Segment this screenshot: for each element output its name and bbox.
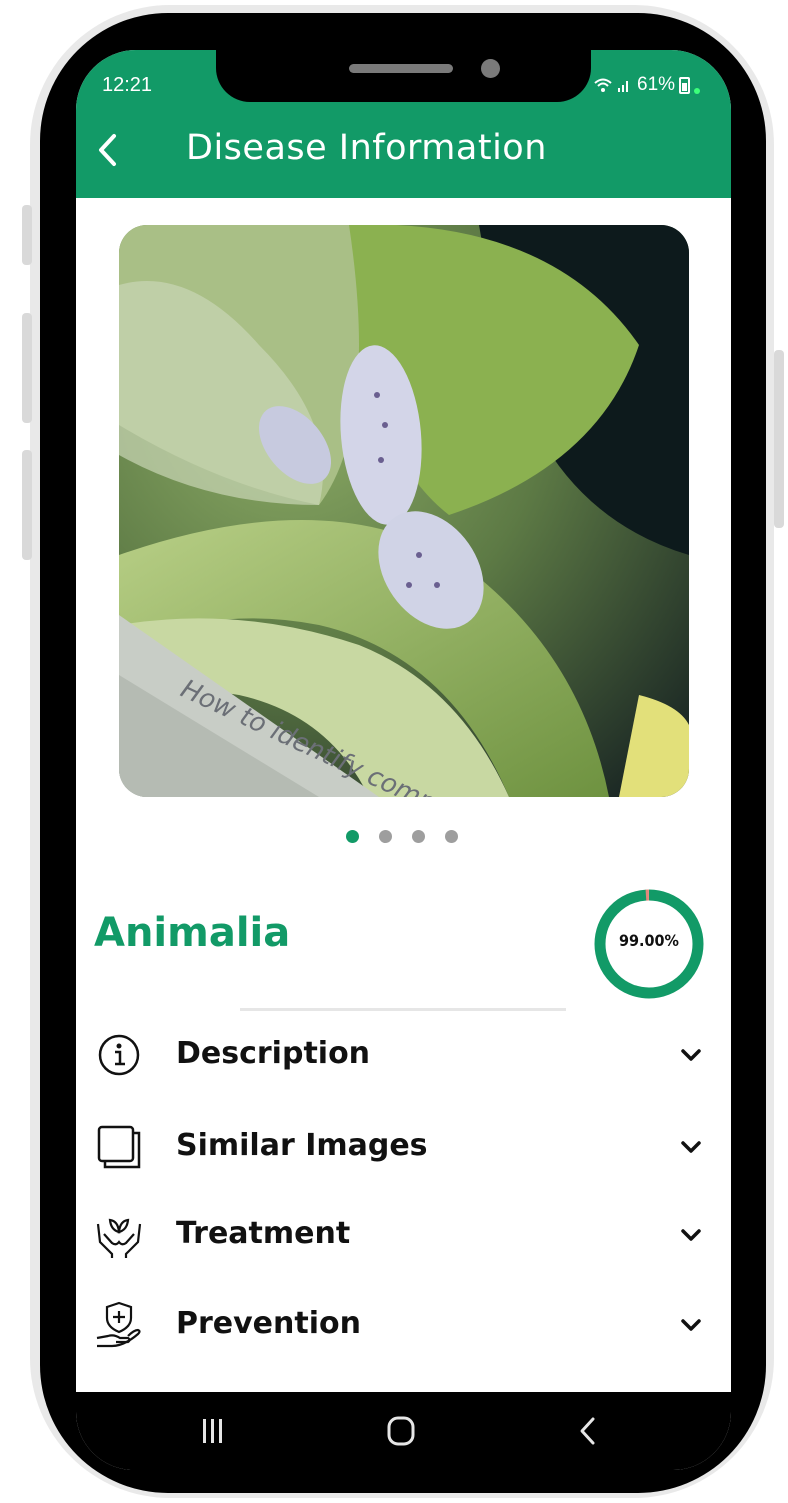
section-divider [240, 1008, 566, 1011]
images-stack-icon [94, 1122, 144, 1172]
signal-icon [618, 81, 628, 92]
back-button[interactable] [90, 130, 124, 170]
chevron-down-icon [681, 1049, 701, 1061]
disease-name: Animalia [94, 910, 291, 956]
section-treatment[interactable]: Treatment [76, 1198, 731, 1278]
speaker-grille [349, 64, 453, 73]
section-label: Prevention [176, 1306, 361, 1341]
section-description[interactable]: Description [76, 1018, 731, 1098]
pager-dot[interactable] [412, 830, 425, 843]
volume-down-button [22, 450, 32, 560]
volume-button [22, 205, 32, 265]
shield-hand-icon [94, 1300, 144, 1350]
section-similar-images[interactable]: Similar Images [76, 1110, 731, 1190]
chevron-left-icon [99, 134, 116, 166]
chevron-down-icon [681, 1141, 701, 1153]
chevron-down-icon [681, 1229, 701, 1241]
home-icon[interactable] [385, 1415, 417, 1447]
section-label: Treatment [176, 1216, 351, 1251]
volume-up-button [22, 313, 32, 423]
gallery-pager [346, 830, 458, 843]
back-icon[interactable] [576, 1415, 600, 1447]
wifi-icon [594, 78, 612, 92]
page-title: Disease Information [186, 128, 547, 168]
front-camera [481, 59, 500, 78]
mealybug-image: How to identify comm [119, 225, 689, 797]
status-time: 12:21 [102, 74, 153, 96]
camera-notch [216, 50, 591, 102]
chevron-down-icon [681, 1319, 701, 1331]
pager-dot[interactable] [445, 830, 458, 843]
section-label: Description [176, 1036, 371, 1071]
confidence-value: 99.00% [619, 931, 679, 950]
system-nav-bar [76, 1392, 731, 1470]
power-button [774, 350, 784, 528]
section-label: Similar Images [176, 1128, 428, 1163]
app-bar: 12:21 61% Disease Information [76, 50, 731, 198]
status-icons: 61% [593, 74, 701, 96]
pager-dot[interactable] [379, 830, 392, 843]
pager-dot[interactable] [346, 830, 359, 843]
info-circle-icon [94, 1030, 144, 1080]
battery-icon [679, 76, 691, 94]
privacy-indicator-icon [694, 88, 701, 94]
recents-icon[interactable] [198, 1416, 228, 1446]
section-prevention[interactable]: Prevention [76, 1288, 731, 1368]
battery-percent: 61% [637, 74, 676, 95]
phone-screen: 12:21 61% Disease Information How to ide… [76, 50, 731, 1470]
hands-plant-icon [94, 1210, 144, 1260]
disease-photo[interactable]: How to identify comm [119, 225, 689, 797]
